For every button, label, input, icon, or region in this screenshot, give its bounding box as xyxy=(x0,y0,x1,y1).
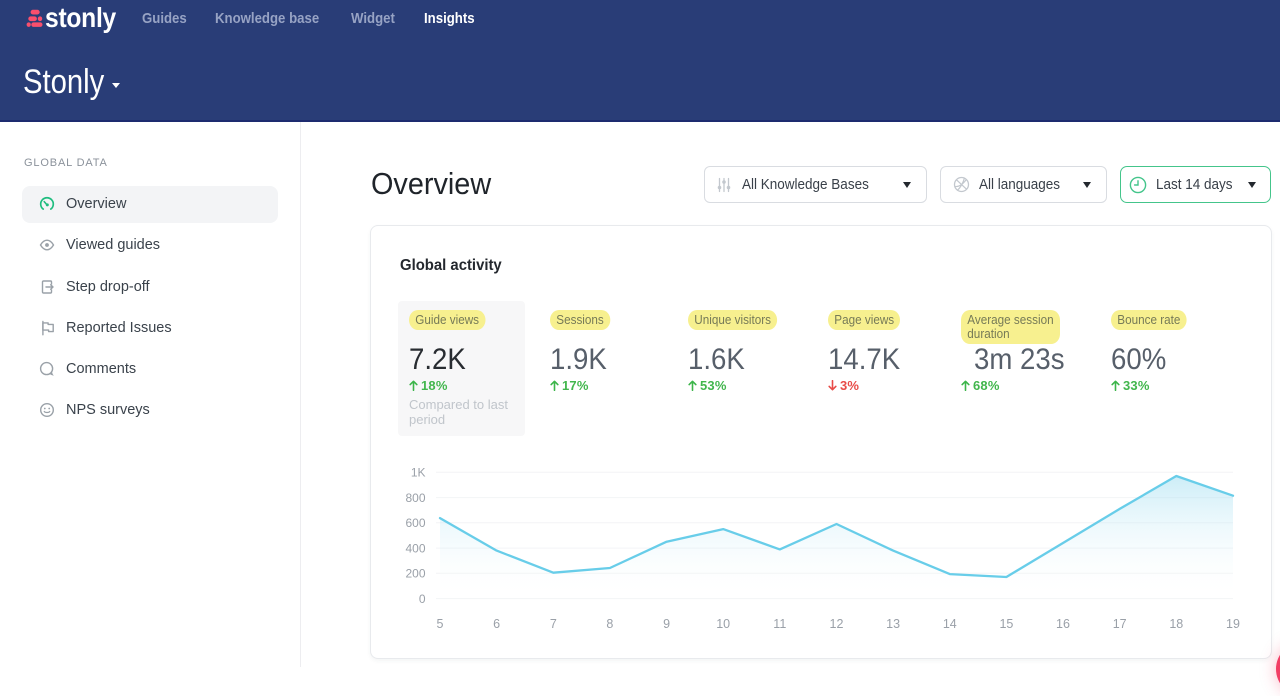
svg-text:14: 14 xyxy=(943,617,957,631)
svg-text:7: 7 xyxy=(550,617,557,631)
svg-text:800: 800 xyxy=(405,491,425,505)
svg-text:9: 9 xyxy=(663,617,670,631)
svg-text:5: 5 xyxy=(437,617,444,631)
svg-text:200: 200 xyxy=(405,567,425,581)
svg-text:16: 16 xyxy=(1056,617,1070,631)
svg-text:17: 17 xyxy=(1113,617,1127,631)
svg-text:8: 8 xyxy=(606,617,613,631)
svg-text:1K: 1K xyxy=(411,466,426,480)
svg-text:10: 10 xyxy=(716,617,730,631)
svg-text:13: 13 xyxy=(886,617,900,631)
svg-text:11: 11 xyxy=(773,617,786,631)
svg-text:18: 18 xyxy=(1169,617,1183,631)
svg-text:0: 0 xyxy=(419,592,426,606)
svg-text:19: 19 xyxy=(1226,617,1240,631)
svg-text:6: 6 xyxy=(493,617,500,631)
svg-text:12: 12 xyxy=(830,617,844,631)
svg-text:15: 15 xyxy=(999,617,1013,631)
svg-text:400: 400 xyxy=(405,541,425,555)
svg-text:600: 600 xyxy=(405,516,425,530)
